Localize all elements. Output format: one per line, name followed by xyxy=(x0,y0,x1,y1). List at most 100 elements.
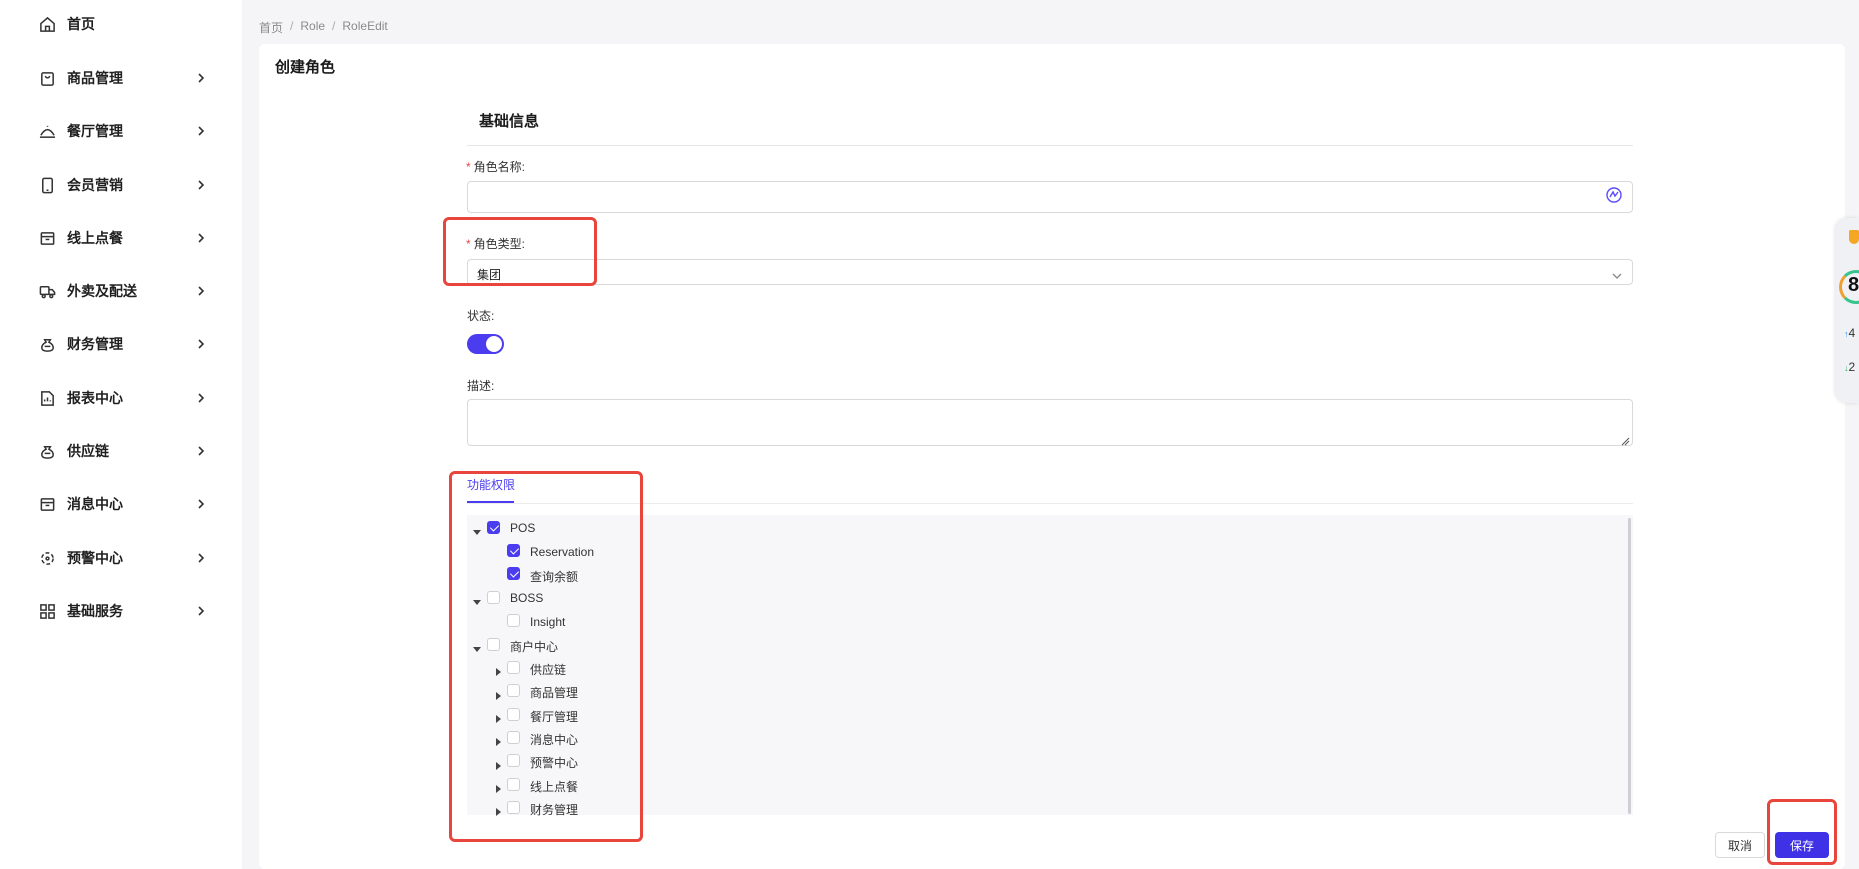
dome-icon xyxy=(38,122,56,140)
sidebar-item-product[interactable]: 商品管理 xyxy=(0,58,242,98)
sidebar-item-basic-services[interactable]: 基础服务 xyxy=(0,591,242,631)
caret-right-icon[interactable] xyxy=(494,758,502,770)
caret-right-icon[interactable] xyxy=(494,804,502,816)
shield-icon xyxy=(1849,230,1859,244)
sidebar-item-label: 基础服务 xyxy=(67,603,123,619)
tree-checkbox-supply-chain[interactable] xyxy=(507,661,520,674)
sidebar-item-label: 商品管理 xyxy=(67,70,123,86)
required-mark: * xyxy=(466,160,471,174)
tree-checkbox-finance[interactable] xyxy=(507,801,520,814)
sidebar-item-label: 财务管理 xyxy=(67,336,123,352)
truck-icon xyxy=(38,282,56,300)
tree-checkbox-insight[interactable] xyxy=(507,614,520,627)
chevron-right-icon xyxy=(196,125,206,137)
tree-label-merchant-center: 商户中心 xyxy=(510,640,559,654)
tree-checkbox-restaurant[interactable] xyxy=(507,708,520,721)
grid-icon xyxy=(38,602,56,620)
chevron-right-icon xyxy=(196,72,206,84)
sidebar-item-reports[interactable]: 报表中心 xyxy=(0,378,242,418)
caret-right-icon[interactable] xyxy=(494,734,502,746)
sidebar-item-label: 首页 xyxy=(67,16,95,32)
phone-icon xyxy=(38,176,56,194)
sidebar-item-alerts[interactable]: 预警中心 xyxy=(0,538,242,578)
money-bag-icon xyxy=(38,335,56,353)
caret-down-icon[interactable] xyxy=(473,524,481,535)
tree-label-messages: 消息中心 xyxy=(530,733,579,747)
caret-down-icon[interactable] xyxy=(473,641,481,652)
role-type-select[interactable]: 集团 xyxy=(467,259,1633,285)
tree-checkbox-pos[interactable] xyxy=(487,521,500,534)
cancel-button[interactable]: 取消 xyxy=(1715,832,1765,858)
chevron-right-icon xyxy=(196,232,206,244)
sidebar-item-label: 报表中心 xyxy=(67,390,123,406)
caret-right-icon[interactable] xyxy=(494,664,502,676)
permission-tree-panel xyxy=(467,515,1633,815)
chevron-right-icon xyxy=(196,179,206,191)
sidebar-item-label: 外卖及配送 xyxy=(67,283,137,299)
message-box-icon xyxy=(38,495,56,513)
sidebar-item-member[interactable]: 会员营销 xyxy=(0,165,242,205)
tree-label-pos: POS xyxy=(510,521,536,535)
tree-checkbox-online-order[interactable] xyxy=(507,778,520,791)
role-name-label: * 角色名称: xyxy=(466,160,526,174)
tree-label-balance-query: 查询余额 xyxy=(530,570,579,584)
stat-down: ↓2 xyxy=(1844,360,1856,374)
sidebar-item-restaurant[interactable]: 餐厅管理 xyxy=(0,111,242,151)
save-button[interactable]: 保存 xyxy=(1775,832,1829,858)
breadcrumb-current: RoleEdit xyxy=(342,19,388,33)
sidebar-item-label: 消息中心 xyxy=(67,496,123,512)
tree-label-product: 商品管理 xyxy=(530,686,579,700)
tree-checkbox-merchant-center[interactable] xyxy=(487,638,500,651)
resize-grip-icon[interactable] xyxy=(1621,434,1630,446)
alert-cycle-icon xyxy=(38,549,56,567)
tab-function-permissions[interactable]: 功能权限 xyxy=(467,476,515,493)
chevron-right-icon xyxy=(196,392,206,404)
section-title: 基础信息 xyxy=(479,113,540,130)
breadcrumb-home[interactable]: 首页 xyxy=(259,19,283,36)
caret-right-icon[interactable] xyxy=(494,688,502,700)
tree-scrollbar[interactable] xyxy=(1628,518,1631,814)
role-name-input[interactable] xyxy=(467,181,1633,213)
sidebar-item-home[interactable]: 首页 xyxy=(0,4,242,44)
sidebar-item-messages[interactable]: 消息中心 xyxy=(0,484,242,524)
sidebar-item-label: 餐厅管理 xyxy=(67,123,123,139)
tree-label-supply-chain: 供应链 xyxy=(530,663,567,677)
caret-right-icon[interactable] xyxy=(494,781,502,793)
sidebar-item-supply-chain[interactable]: 供应链 xyxy=(0,431,242,471)
caret-right-icon[interactable] xyxy=(494,711,502,723)
sidebar-item-label: 线上点餐 xyxy=(67,230,123,246)
page-title: 创建角色 xyxy=(275,59,336,76)
chevron-right-icon xyxy=(196,338,206,350)
sidebar-item-finance[interactable]: 财务管理 xyxy=(0,324,242,364)
tree-checkbox-product[interactable] xyxy=(507,684,520,697)
tree-checkbox-reservation[interactable] xyxy=(507,544,520,557)
store-icon xyxy=(38,229,56,247)
breadcrumb-role[interactable]: Role xyxy=(300,19,325,36)
tree-checkbox-balance-query[interactable] xyxy=(507,567,520,580)
breadcrumb-separator: / xyxy=(290,19,294,33)
required-mark: * xyxy=(466,237,471,251)
tree-label-online-order: 线上点餐 xyxy=(530,780,579,794)
report-icon xyxy=(38,389,56,407)
floating-stats-widget[interactable]: 8 ↑4 ↓2 xyxy=(1836,218,1859,403)
tree-checkbox-messages[interactable] xyxy=(507,731,520,744)
score-value: 8 xyxy=(1848,274,1859,296)
sidebar-item-label: 会员营销 xyxy=(67,177,123,193)
tree-label-finance: 财务管理 xyxy=(530,803,579,817)
tree-label-alerts: 预警中心 xyxy=(530,756,579,770)
tab-divider xyxy=(467,503,1633,504)
sidebar-item-label: 供应链 xyxy=(67,443,109,459)
translate-icon[interactable] xyxy=(1605,186,1623,204)
tree-checkbox-boss[interactable] xyxy=(487,591,500,604)
bag-icon xyxy=(38,69,56,87)
role-type-label: * 角色类型: xyxy=(466,237,526,251)
description-textarea[interactable] xyxy=(467,399,1633,446)
status-toggle[interactable] xyxy=(467,334,504,354)
caret-down-icon[interactable] xyxy=(473,594,481,605)
chevron-right-icon xyxy=(196,605,206,617)
sidebar-item-delivery[interactable]: 外卖及配送 xyxy=(0,271,242,311)
chevron-right-icon xyxy=(196,445,206,457)
sidebar-item-online-order[interactable]: 线上点餐 xyxy=(0,218,242,258)
role-type-value: 集团 xyxy=(477,268,502,282)
tree-checkbox-alerts[interactable] xyxy=(507,754,520,767)
